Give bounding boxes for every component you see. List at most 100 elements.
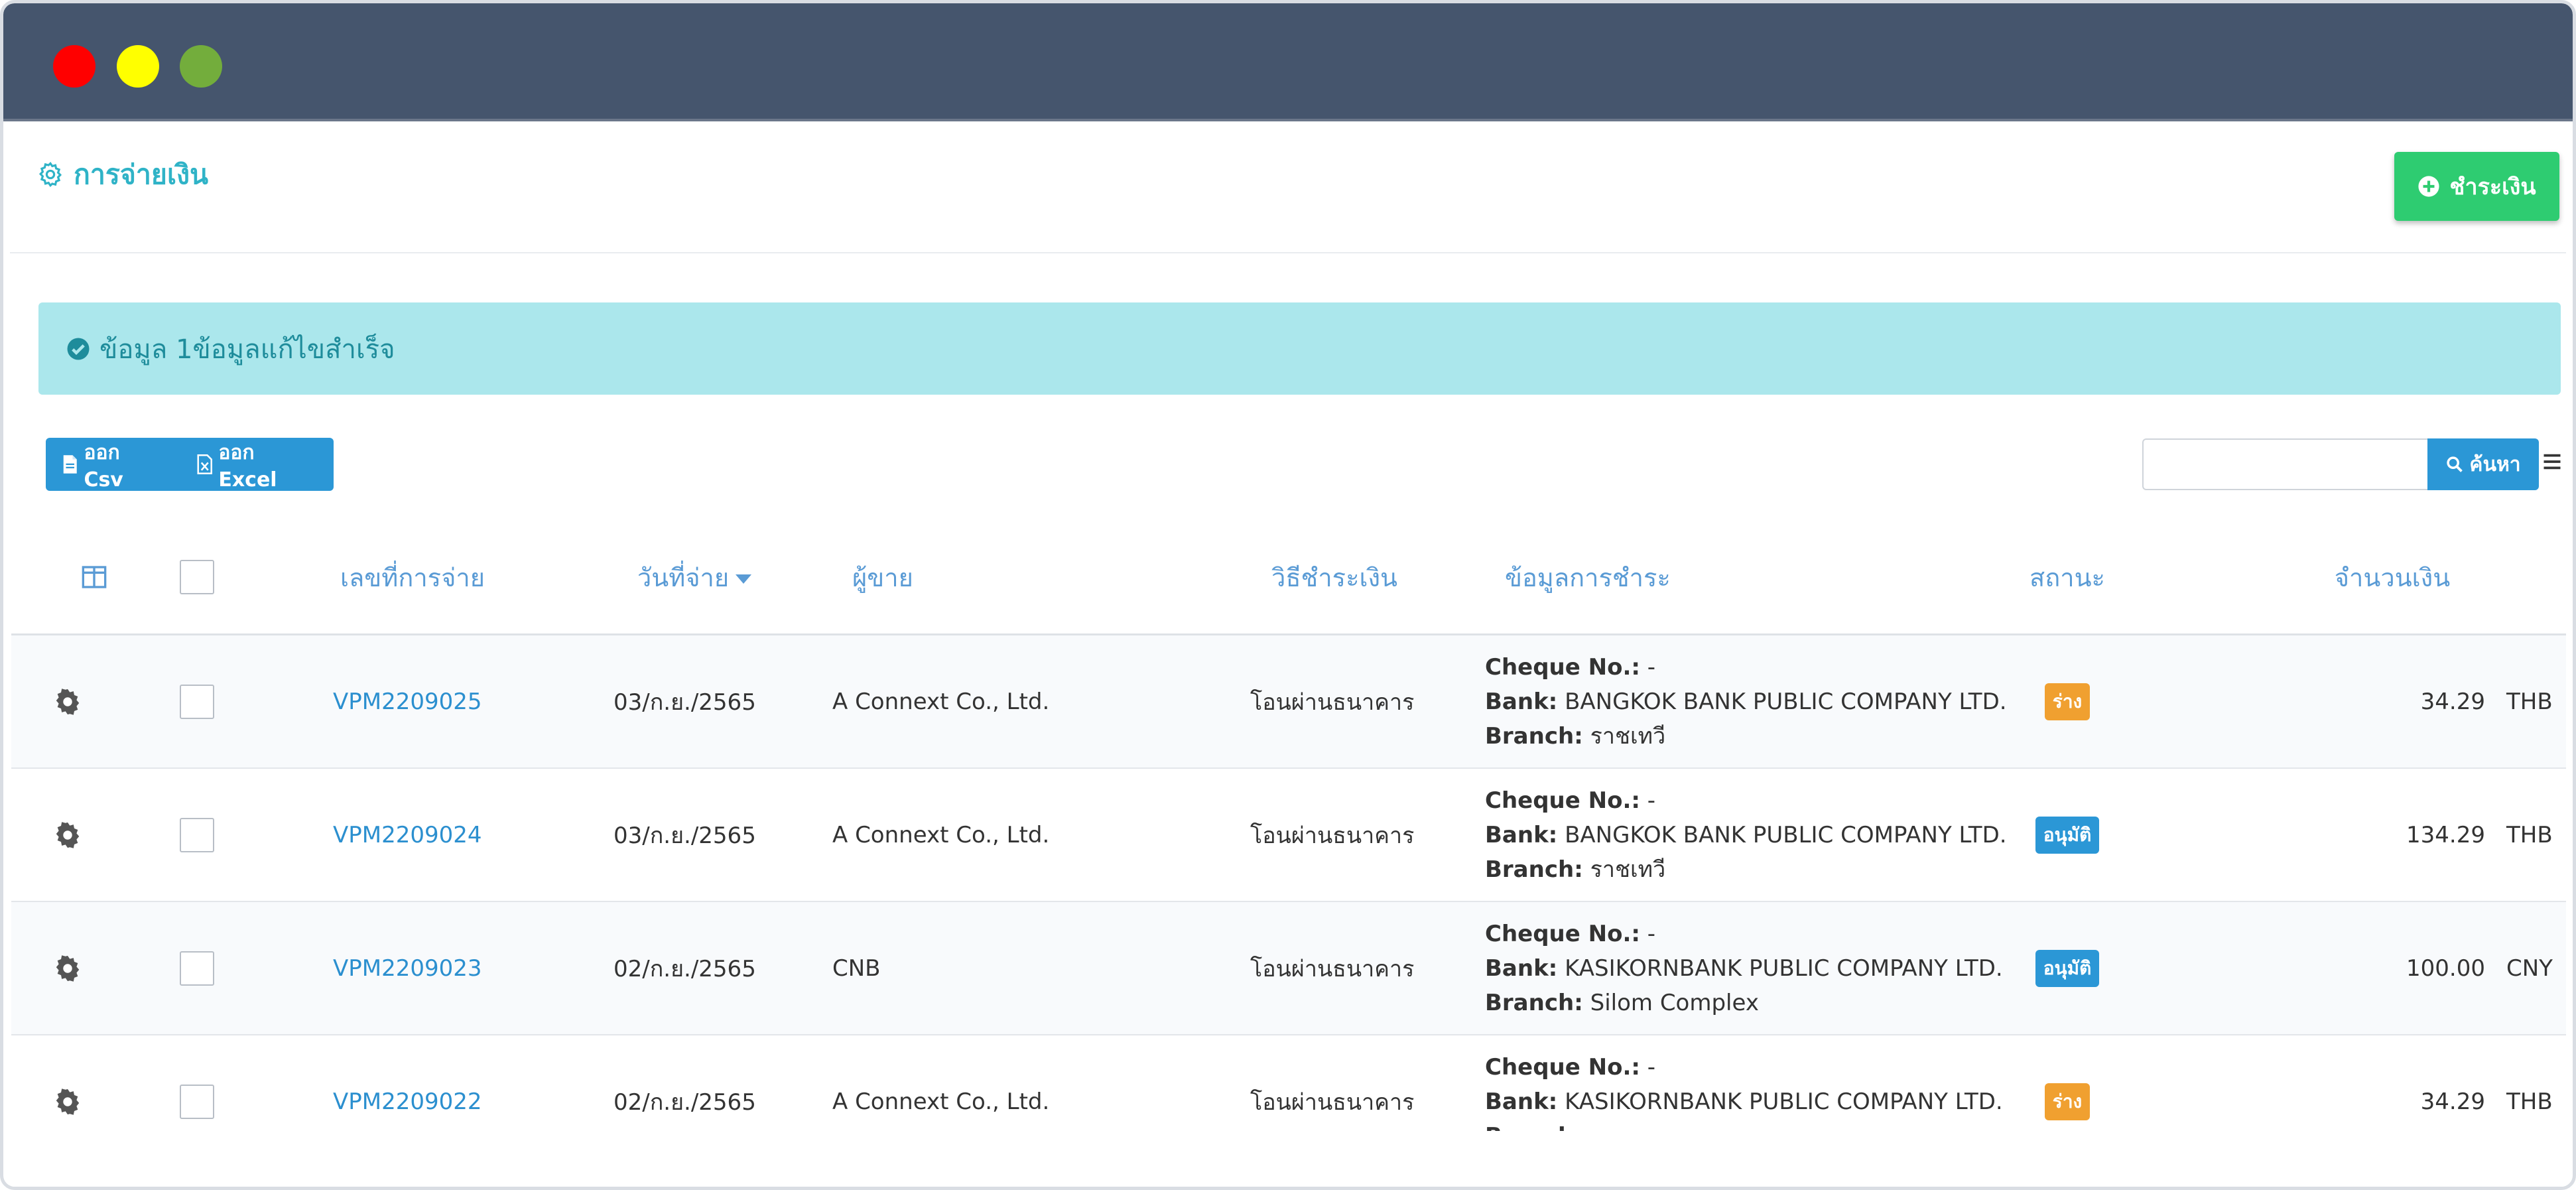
bank-label: Bank: (1485, 1088, 1558, 1115)
bank-line: Bank: BANGKOK BANK PUBLIC COMPANY LTD. (1485, 687, 2007, 717)
page-title: การจ่ายเงิน (36, 153, 208, 196)
export-excel-button[interactable]: ออก Excel (180, 438, 334, 492)
columns-icon (82, 566, 107, 588)
header-doc-no[interactable]: เลขที่การจ่าย (313, 521, 512, 633)
hamburger-menu-icon[interactable] (2542, 452, 2562, 472)
branch-line: Branch: Silom Complex (1485, 988, 1759, 1018)
cheque-line: Cheque No.: - (1485, 652, 1655, 683)
search-icon (2447, 456, 2463, 472)
header-divider (10, 252, 2566, 253)
cheque-label: Cheque No.: (1485, 1053, 1640, 1081)
pay-button[interactable]: ชำระเงิน (2394, 152, 2559, 221)
currency-code: THB (2506, 688, 2553, 715)
cheque-label: Cheque No.: (1485, 920, 1640, 947)
doc-no-link[interactable]: VPM2209025 (333, 635, 482, 767)
header-status[interactable]: สถานะ (2001, 521, 2134, 633)
header-method[interactable]: วิธีชำระเงิน (1235, 521, 1434, 633)
cheque-line: Cheque No.: - (1485, 919, 1655, 949)
pay-button-label: ชำระเงิน (2449, 174, 2536, 200)
table-header: เลขที่การจ่าย วันที่จ่าย ผู้ขาย วิธีชำระ… (11, 521, 2566, 635)
payment-info: Cheque No.: - Bank: BANGKOK BANK PUBLIC … (1485, 635, 2007, 767)
bank-value: BANGKOK BANK PUBLIC COMPANY LTD. (1565, 821, 2007, 848)
export-csv-button[interactable]: ออก Csv (46, 438, 180, 492)
amount-value: 134.29 (2406, 821, 2485, 848)
amount-value: 34.29 (2420, 688, 2485, 715)
excel-file-icon (197, 454, 212, 474)
header-payment-info[interactable]: ข้อมูลการชำระ (1505, 521, 1770, 633)
table-row: VPM2209024 03/ก.ย./2565 A Connext Co., L… (11, 769, 2566, 902)
row-checkbox[interactable] (180, 951, 214, 986)
cheque-value: - (1647, 787, 1656, 814)
payment-date: 03/ก.ย./2565 (613, 822, 756, 849)
alert-message: ข้อมูล 1ข้อมูลแก้ไขสำเร็จ (99, 334, 395, 365)
status-cell: ร่าง (2001, 635, 2134, 767)
bank-label: Bank: (1485, 955, 1558, 982)
bank-label: Bank: (1485, 821, 1558, 848)
gear-icon (38, 161, 62, 188)
payment-method: โอนผ่านธนาคาร (1250, 689, 1415, 716)
success-alert: ข้อมูล 1ข้อมูลแก้ไขสำเร็จ (38, 302, 2561, 395)
column-toggle-header[interactable] (64, 521, 124, 633)
bank-value: KASIKORNBANK PUBLIC COMPANY LTD. (1565, 955, 2003, 982)
vendor-name: A Connext Co., Ltd. (832, 821, 1050, 848)
header-date-label: วันที่จ่าย (637, 562, 730, 592)
table-row: VPM2209023 02/ก.ย./2565 CNB โอนผ่านธนาคา… (11, 902, 2566, 1035)
row-checkbox[interactable] (180, 684, 214, 719)
search-button[interactable]: ค้นหา (2427, 438, 2539, 490)
window-minimize-button[interactable] (117, 45, 159, 88)
row-select (170, 635, 224, 767)
bank-value: KASIKORNBANK PUBLIC COMPANY LTD. (1565, 1088, 2003, 1115)
sort-desc-icon (736, 574, 752, 584)
table-row: VPM2209025 03/ก.ย./2565 A Connext Co., L… (11, 635, 2566, 769)
header-vendor[interactable]: ผู้ขาย (852, 521, 1051, 633)
row-settings-button[interactable] (44, 635, 91, 767)
branch-line: Branch: ราชเทวี (1485, 721, 1665, 752)
bank-line: Bank: BANGKOK BANK PUBLIC COMPANY LTD. (1485, 820, 2007, 850)
cheque-value: - (1647, 653, 1656, 681)
app-window: การจ่ายเงิน ชำระเงิน ข้อมูล 1ข้อมูลแก้ไข… (0, 0, 2576, 1190)
header-status-label: สถานะ (2029, 562, 2105, 592)
scroll-clip (11, 1131, 2566, 1187)
row-settings-button[interactable] (44, 769, 91, 901)
page-title-text: การจ่ายเงิน (74, 158, 208, 190)
doc-no-link[interactable]: VPM2209024 (333, 769, 482, 901)
currency-code: CNY (2506, 955, 2553, 982)
status-badge: ร่าง (2044, 683, 2091, 720)
row-settings-button[interactable] (44, 902, 91, 1034)
search-button-label: ค้นหา (2469, 452, 2521, 476)
header-method-label: วิธีชำระเงิน (1271, 562, 1397, 592)
window-close-button[interactable] (53, 45, 96, 88)
search-input[interactable] (2142, 438, 2429, 490)
header-doc-no-label: เลขที่การจ่าย (340, 562, 485, 592)
header-date[interactable]: วันที่จ่าย (595, 521, 794, 633)
doc-no-link[interactable]: VPM2209023 (333, 902, 482, 1034)
vendor-name: CNB (832, 955, 881, 982)
bank-value: BANGKOK BANK PUBLIC COMPANY LTD. (1565, 688, 2007, 715)
amount-value: 100.00 (2406, 955, 2485, 982)
status-badge: ร่าง (2044, 1083, 2091, 1120)
row-checkbox[interactable] (180, 817, 214, 852)
row-select (170, 902, 224, 1034)
bank-line: Bank: KASIKORNBANK PUBLIC COMPANY LTD. (1485, 1087, 2003, 1117)
table-body: VPM2209025 03/ก.ย./2565 A Connext Co., L… (11, 635, 2566, 1169)
branch-label: Branch: (1485, 856, 1583, 883)
header-amount[interactable]: จำนวนเงิน (2293, 521, 2492, 633)
select-all-checkbox[interactable] (180, 560, 214, 594)
window-titlebar (3, 3, 2573, 121)
bank-label: Bank: (1485, 688, 1558, 715)
status-badge: อนุมัติ (2035, 816, 2100, 854)
header-vendor-label: ผู้ขาย (852, 562, 913, 592)
cheque-label: Cheque No.: (1485, 653, 1640, 681)
currency-code: THB (2506, 821, 2553, 848)
select-all-header (170, 521, 224, 633)
status-badge: อนุมัติ (2035, 949, 2100, 987)
branch-value: ราชเทวี (1590, 856, 1666, 883)
branch-label: Branch: (1485, 722, 1583, 750)
header-payment-info-label: ข้อมูลการชำระ (1505, 562, 1671, 592)
payment-date: 02/ก.ย./2565 (613, 955, 756, 982)
row-checkbox[interactable] (180, 1084, 214, 1119)
branch-label: Branch: (1485, 989, 1583, 1016)
payment-info: Cheque No.: - Bank: BANGKOK BANK PUBLIC … (1485, 769, 2007, 901)
cheque-line: Cheque No.: - (1485, 1052, 1655, 1083)
window-maximize-button[interactable] (180, 45, 222, 88)
